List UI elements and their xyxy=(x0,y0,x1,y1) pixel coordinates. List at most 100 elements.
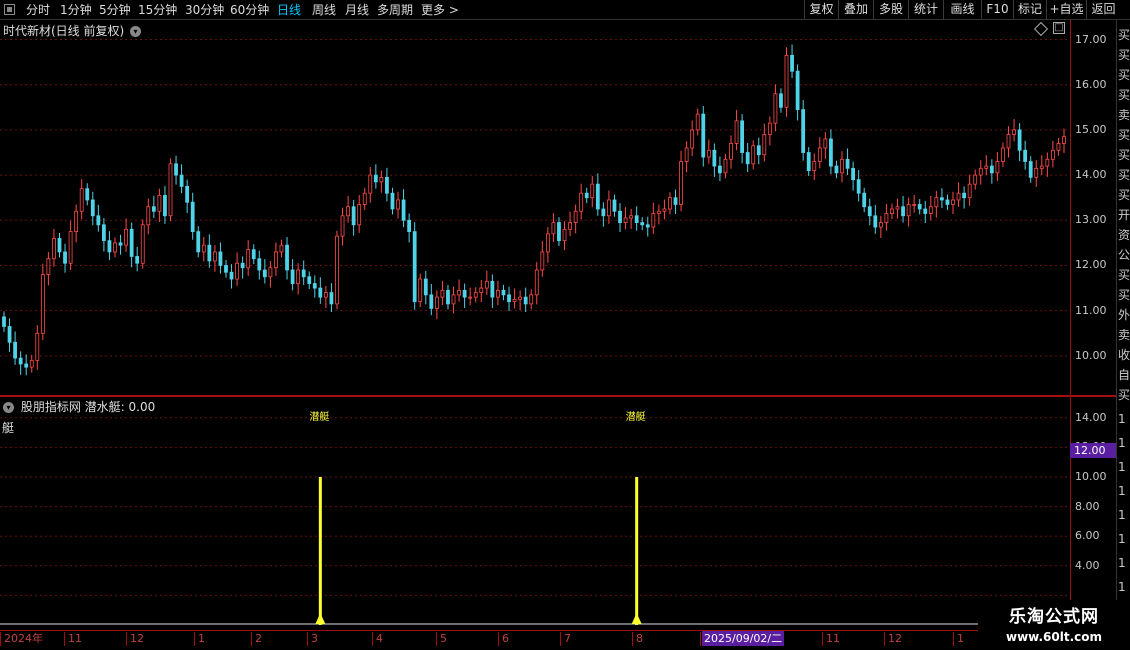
tab-6[interactable]: 日线 xyxy=(277,2,301,18)
candle xyxy=(118,234,123,255)
candle xyxy=(113,237,117,258)
candle xyxy=(806,147,811,177)
candle xyxy=(357,194,362,233)
tab-0[interactable]: 分时 xyxy=(26,2,50,18)
tab-4[interactable]: 30分钟 xyxy=(185,2,224,18)
candle xyxy=(323,285,328,308)
candle xyxy=(301,260,306,285)
candle xyxy=(274,242,278,276)
price-axis: 17.00 16.00 15.00 14.00 13.00 12.00 11.00 10.00 xyxy=(1070,20,1116,395)
candle xyxy=(623,207,628,230)
tool-button-3[interactable]: 统计 xyxy=(908,0,943,19)
strip-char: 买 xyxy=(1118,48,1130,62)
candle xyxy=(895,198,900,219)
strip-char: 卖 xyxy=(1118,108,1130,122)
candle xyxy=(446,284,450,310)
candle xyxy=(479,279,484,303)
strip-char: 1 xyxy=(1118,556,1126,570)
candle xyxy=(129,222,134,268)
date-label: 7 xyxy=(560,632,571,646)
date-axis: 2024年111212345678911121 2025/09/02/二 xyxy=(0,630,1130,650)
tool-button-6[interactable]: 标记 xyxy=(1013,0,1046,19)
tab-5[interactable]: 60分钟 xyxy=(230,2,269,18)
tool-button-8[interactable]: 返回 xyxy=(1086,0,1120,19)
candle xyxy=(562,221,567,251)
strip-char: 开 xyxy=(1118,208,1130,222)
candle xyxy=(1001,142,1005,167)
tool-button-4[interactable]: 画线 xyxy=(943,0,981,19)
candle xyxy=(40,263,45,341)
candle xyxy=(1045,152,1050,177)
strip-char: 买 xyxy=(1118,168,1130,182)
strip-char: 资 xyxy=(1118,228,1130,242)
menu-icon[interactable] xyxy=(4,4,15,15)
tab-1[interactable]: 1分钟 xyxy=(60,2,92,18)
candle xyxy=(262,259,267,284)
candle xyxy=(901,195,905,223)
candle xyxy=(551,213,556,242)
candle xyxy=(168,158,173,222)
candle xyxy=(368,166,373,203)
strip-char: 外 xyxy=(1118,308,1130,322)
candle xyxy=(296,263,301,295)
date-label: 11 xyxy=(64,632,82,646)
tool-button-0[interactable]: 复权 xyxy=(804,0,838,19)
candle xyxy=(989,159,994,184)
candle xyxy=(529,289,534,310)
candle xyxy=(124,218,128,252)
tab-3[interactable]: 15分钟 xyxy=(138,2,177,18)
close-panel-icon[interactable]: □ xyxy=(1053,22,1065,34)
candle xyxy=(967,174,972,206)
tool-button-2[interactable]: 多股 xyxy=(873,0,908,19)
candle xyxy=(307,271,312,289)
current-value-badge: 12.00 xyxy=(1070,443,1118,458)
candle xyxy=(984,155,989,176)
candle xyxy=(201,237,206,262)
candle xyxy=(645,216,650,237)
candle xyxy=(1051,140,1055,168)
price-tick-label: 10.00 xyxy=(1075,348,1107,362)
candle xyxy=(640,217,645,231)
tool-button-5[interactable]: F10 xyxy=(981,0,1013,19)
tool-button-1[interactable]: 叠加 xyxy=(838,0,873,19)
chevron-down-icon[interactable]: ▾ xyxy=(3,402,14,413)
candle xyxy=(579,183,584,220)
strip-char: 公 xyxy=(1118,248,1130,262)
candle xyxy=(629,209,634,229)
candle xyxy=(423,270,428,305)
tab-10[interactable]: 更多 > xyxy=(421,2,459,18)
candle xyxy=(834,160,839,179)
candle xyxy=(706,139,711,164)
tab-2[interactable]: 5分钟 xyxy=(99,2,131,18)
price-tick-label: 14.00 xyxy=(1075,168,1107,182)
candle xyxy=(312,275,317,298)
strip-char: 收 xyxy=(1118,348,1130,362)
strip-char: 1 xyxy=(1118,508,1126,522)
candle xyxy=(534,261,539,305)
date-label: 2 xyxy=(251,632,262,646)
chevron-down-icon[interactable]: ▾ xyxy=(130,26,142,37)
candle xyxy=(240,256,245,279)
price-chart-panel[interactable]: 时代新材(日线 前复权) ▾ □ xyxy=(0,20,1070,395)
candle xyxy=(590,176,595,208)
price-tick-label: 11.00 xyxy=(1075,303,1107,317)
candle xyxy=(373,164,378,189)
candle xyxy=(973,169,978,190)
tool-button-7[interactable]: +自选 xyxy=(1046,0,1086,19)
tab-7[interactable]: 周线 xyxy=(312,2,336,18)
price-tick-label: 12.00 xyxy=(1075,258,1107,272)
tab-8[interactable]: 月线 xyxy=(345,2,369,18)
candle xyxy=(1023,140,1028,170)
tab-9[interactable]: 多周期 xyxy=(377,2,413,18)
candle xyxy=(1017,123,1022,162)
indicator-panel[interactable]: ▾ 股朋指标网 潜水艇: 0.00 艇 潜艇潜艇潜艇 xyxy=(0,397,1070,630)
candle xyxy=(329,283,334,313)
candle xyxy=(945,194,950,210)
price-tick-label: 15.00 xyxy=(1075,122,1107,136)
date-label: 6 xyxy=(498,632,509,646)
candle xyxy=(1028,156,1033,183)
candle xyxy=(751,140,756,170)
strip-char: 1 xyxy=(1118,412,1126,426)
indicator-chart xyxy=(0,417,1070,625)
candle xyxy=(224,260,228,278)
